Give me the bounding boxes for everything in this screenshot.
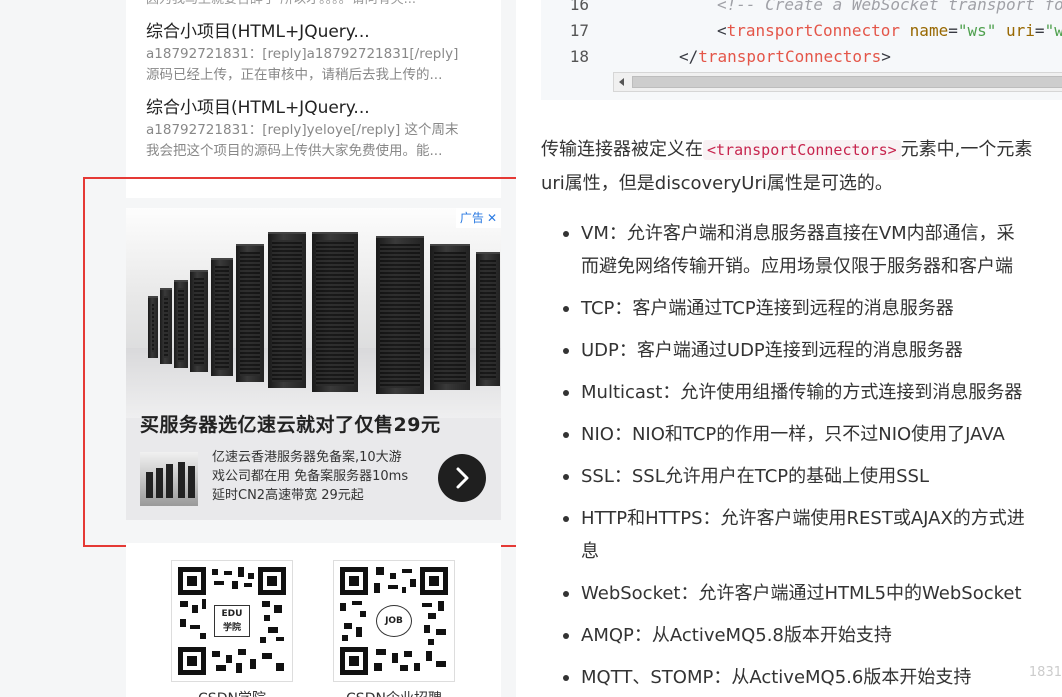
ad-badge[interactable]: 广告 ✕ xyxy=(455,208,501,228)
recent-comments-card: 因为我马上就要告辞了 所以才。。。。请问有失... 综合小项目(HTML+JQu… xyxy=(126,0,501,198)
ad-badge-label: 广告 xyxy=(459,211,484,225)
server-ad-banner[interactable]: 广告 ✕ 买服务器选亿速云就对了仅售29元 亿速云香港服务器免备案,10大游 戏公… xyxy=(126,208,501,520)
code-comment: <!-- Create a WebSocket transport fo xyxy=(717,0,1062,14)
server-rack-image xyxy=(268,232,306,388)
server-rack-image xyxy=(148,296,158,358)
server-rack-image xyxy=(160,288,172,364)
list-item: SSL：SSL允许用户在TCP的基础上使用SSL xyxy=(541,460,1062,493)
qr-code-edu[interactable]: EDU 学院 xyxy=(171,560,293,682)
qr-code-card: EDU 学院 CSDN学院 JOB CSDN企业招聘 xyxy=(126,543,501,697)
qr-label-job[interactable]: CSDN企业招聘 xyxy=(333,688,455,697)
code-tag: transportConnector xyxy=(726,21,901,40)
list-item: AMQP：从ActiveMQ5.8版本开始支持 xyxy=(541,619,1062,652)
watermark: 1831 xyxy=(1028,665,1062,680)
ad-desc-line: 亿速云香港服务器免备案,10大游 xyxy=(212,450,402,465)
ad-description: 亿速云香港服务器免备案,10大游 戏公司都在用 免备案服务器10ms 延时CN2… xyxy=(212,448,442,505)
code-punct: = xyxy=(948,21,958,40)
server-rack-image xyxy=(174,280,188,368)
logo-text: JOB xyxy=(385,616,403,626)
code-attr: name xyxy=(909,21,949,40)
scroll-left-icon[interactable] xyxy=(616,76,628,88)
code-punct: </ xyxy=(679,47,699,66)
article-body: 16 <!-- Create a WebSocket transport fo 1… xyxy=(516,0,1062,697)
list-item-text: VM：允许客户端和消息服务器直接在VM内部通信，采 xyxy=(581,223,1015,244)
comment-item[interactable]: 综合小项目(HTML+JQuery... a18792721831：[reply… xyxy=(146,96,481,162)
qr-label-edu[interactable]: CSDN学院 xyxy=(171,688,293,697)
code-attr: uri xyxy=(1006,21,1035,40)
code-string: "ws" xyxy=(957,21,997,40)
ad-desc-line: 延时CN2高速带宽 29元起 xyxy=(212,488,364,503)
chevron-right-icon[interactable] xyxy=(438,454,486,502)
ad-desc-line: 戏公司都在用 免备案服务器10ms xyxy=(212,469,409,484)
code-punct: < xyxy=(717,21,727,40)
article-paragraph: 传输连接器被定义在 <transportConnectors> 元素中,一个元素 u… xyxy=(541,133,1062,200)
list-item: Multicast：允许使用组播传输的方式连接到消息服务器 xyxy=(541,376,1062,409)
list-item-text: 息 xyxy=(581,541,599,562)
list-item-text: HTTP和HTTPS：允许客户端使用REST或AJAX的方式进 xyxy=(581,508,1025,529)
line-number: 16 xyxy=(569,0,589,14)
code-punct: > xyxy=(881,47,891,66)
list-item: VM：允许客户端和消息服务器直接在VM内部通信，采 而避免网络传输开销。应用场景仅… xyxy=(541,217,1062,283)
code-block: 16 <!-- Create a WebSocket transport fo 1… xyxy=(541,0,1062,100)
comment-text: 我会把这个项目的源码上传供大家免费使用。能... xyxy=(146,143,443,159)
qr-code-job[interactable]: JOB xyxy=(333,560,455,682)
paragraph-text: uri属性，但是discoveryUri属性是可选的。 xyxy=(541,173,893,194)
paragraph-text: 传输连接器被定义在 xyxy=(541,139,703,160)
logo-text: 学院 xyxy=(222,623,241,633)
comment-text: a18792721831：[reply]yeloye[/reply] 这个周末 xyxy=(146,122,459,138)
list-item: HTTP和HTTPS：允许客户端使用REST或AJAX的方式进息 xyxy=(541,502,1062,568)
comment-cut-line: 因为我马上就要告辞了 所以才。。。。请问有失... xyxy=(146,0,481,10)
code-horizontal-scrollbar[interactable] xyxy=(613,72,1062,92)
logo-text: EDU xyxy=(221,609,243,619)
inline-code: <transportConnectors> xyxy=(703,140,901,160)
code-string: "w xyxy=(1044,21,1062,40)
edu-logo: EDU 学院 xyxy=(214,605,250,637)
list-item: TCP：客户端通过TCP连接到远程的消息服务器 xyxy=(541,292,1062,325)
comment-article-title[interactable]: 综合小项目(HTML+JQuery... xyxy=(146,20,481,44)
server-rack-image xyxy=(190,270,208,372)
list-item: UDP：客户端通过UDP连接到远程的消息服务器 xyxy=(541,334,1062,367)
server-rack-image xyxy=(211,258,233,376)
ad-headline[interactable]: 买服务器选亿速云就对了仅售29元 xyxy=(140,410,440,437)
scrollbar-thumb[interactable] xyxy=(632,76,1062,88)
server-rack-image xyxy=(476,252,500,386)
code-line-16: 16 <!-- Create a WebSocket transport fo xyxy=(541,0,1062,18)
server-rack-image xyxy=(312,232,358,392)
close-icon[interactable]: ✕ xyxy=(487,211,497,225)
list-item-text: 而避免网络传输开销。应用场景仅限于服务器和客户端 xyxy=(581,256,1013,277)
list-item: NIO：NIO和TCP的作用一样，只不过NIO使用了JAVA xyxy=(541,418,1062,451)
comment-text: 源码已经上传，正在审核中，请稍后去我上传的... xyxy=(146,67,443,83)
line-number: 18 xyxy=(569,47,589,66)
comment-text: a18792721831：[reply]a18792721831[/reply] xyxy=(146,46,459,62)
ad-thumbnail xyxy=(140,452,198,506)
server-rack-image xyxy=(236,244,264,382)
list-item: WebSocket：允许客户端通过HTML5中的WebSocket xyxy=(541,577,1062,610)
list-item: MQTT、STOMP：从ActiveMQ5.6版本开始支持 xyxy=(541,661,1062,694)
server-rack-image xyxy=(430,244,470,390)
code-line-17: 17 <transportConnector name="ws" uri="w xyxy=(541,18,1062,44)
code-line-18: 18 </transportConnectors> xyxy=(541,44,891,70)
comment-item[interactable]: 综合小项目(HTML+JQuery... a18792721831：[reply… xyxy=(146,20,481,86)
code-tag: transportConnectors xyxy=(698,47,882,66)
code-punct: = xyxy=(1034,21,1045,40)
server-rack-image xyxy=(376,236,424,394)
comment-article-title[interactable]: 综合小项目(HTML+JQuery... xyxy=(146,96,481,120)
job-logo: JOB xyxy=(376,605,412,637)
transport-list: VM：允许客户端和消息服务器直接在VM内部通信，采 而避免网络传输开销。应用场景仅… xyxy=(541,217,1062,694)
line-number: 17 xyxy=(569,21,589,40)
paragraph-text: 元素中,一个元素 xyxy=(900,139,1033,160)
